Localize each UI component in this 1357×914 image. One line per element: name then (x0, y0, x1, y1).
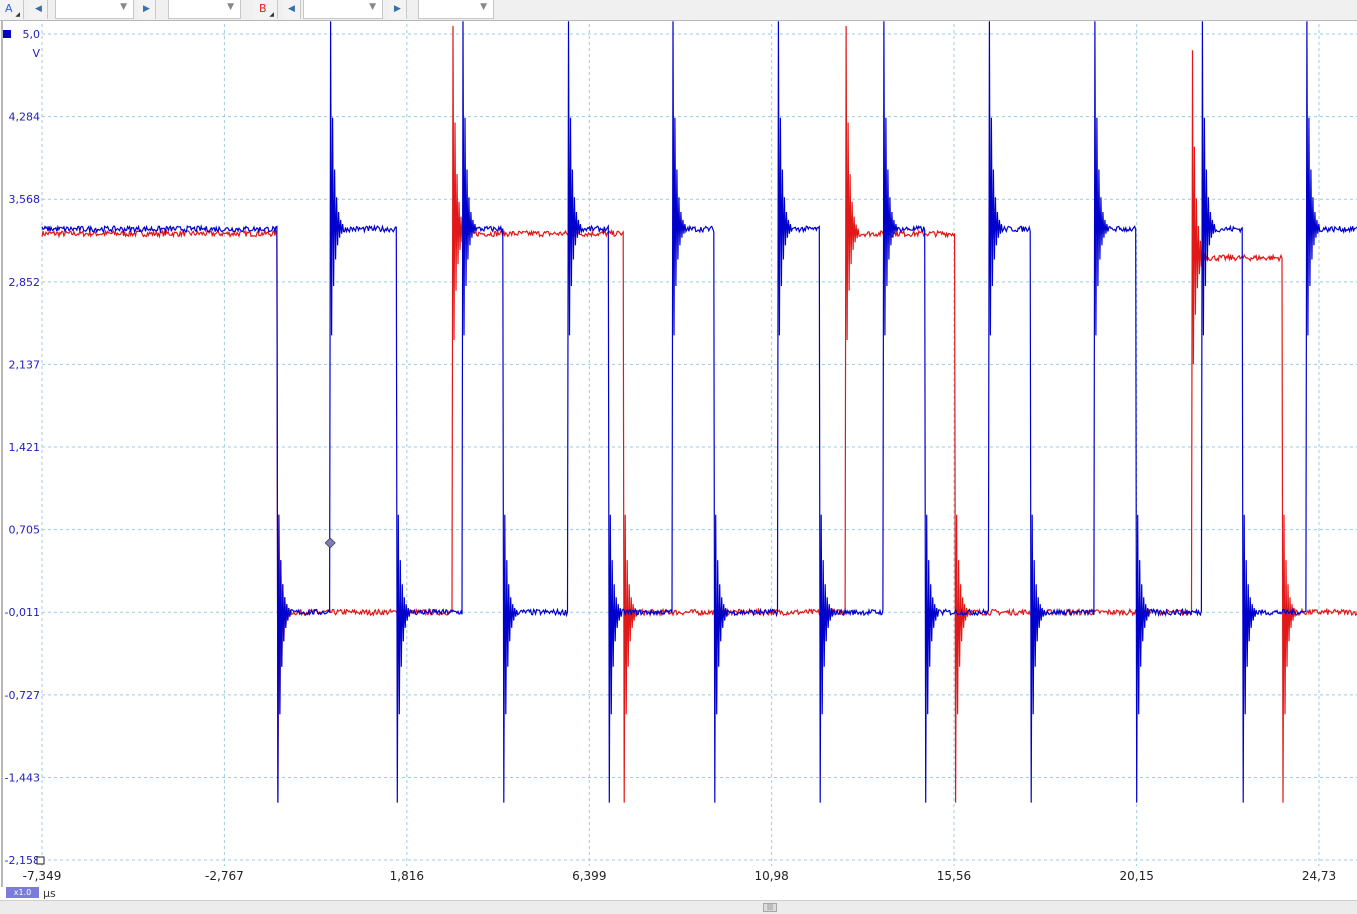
y-tick-label: 2,852 (9, 276, 41, 289)
y-axis-unit: V (32, 47, 40, 60)
channel-b-coupling-select[interactable]: ▼ (418, 0, 494, 19)
y-tick-label: -0,011 (5, 606, 40, 619)
chevron-down-icon: ▼ (480, 2, 487, 12)
channel-b-prev-icon[interactable]: ◀ (283, 0, 301, 19)
x-tick-label: 20,15 (1119, 869, 1153, 883)
channel-a-coupling-select[interactable]: ▼ (168, 0, 241, 19)
channel-b-next-icon[interactable]: ▶ (389, 0, 407, 19)
channel-a-label: A (5, 2, 13, 15)
y-tick-label: -1,443 (5, 771, 40, 784)
x-tick-label: 15,56 (937, 869, 971, 883)
oscilloscope-plot[interactable]: 5,0 4,284 3,568 2,852 2,137 1,421 0,705 -0,011 -… (0, 21, 1357, 887)
x-axis-unit: µs (43, 887, 56, 900)
y-tick-label: 0,705 (9, 524, 41, 537)
y-tick-label: 5,0 (23, 28, 41, 41)
dropdown-corner-icon: ◢ (269, 11, 274, 18)
zoom-badge[interactable]: x1.0 (6, 887, 39, 898)
channel-b-range-select[interactable]: ▼ (303, 0, 383, 19)
x-tick-label: 10,98 (754, 869, 788, 883)
channel-a-next-icon[interactable]: ▶ (138, 0, 156, 19)
y-tick-label: 4,284 (9, 111, 41, 124)
chevron-down-icon: ▼ (120, 2, 127, 12)
y-tick-label: -0,727 (5, 689, 40, 702)
y-tick-label: -2,158 (5, 854, 40, 867)
horizontal-scrollbar[interactable]: ||| (0, 900, 1357, 914)
origin-marker (36, 856, 45, 865)
y-tick-label: 3,568 (9, 193, 41, 206)
channel-a-button[interactable]: A ◢ (0, 0, 24, 19)
x-tick-label: 6,399 (572, 869, 606, 883)
scrollbar-thumb[interactable]: ||| (763, 903, 777, 912)
x-tick-label: 24,73 (1302, 869, 1336, 883)
channel-a-range-select[interactable]: ▼ (55, 0, 134, 19)
channel-a-prev-icon[interactable]: ◀ (30, 0, 48, 19)
dropdown-corner-icon: ◢ (15, 11, 20, 18)
toolbar: A ◢ ◀ ▼ ▶ ▼ B ◢ ◀ ▼ ▶ ▼ (0, 0, 1357, 21)
chevron-down-icon: ▼ (227, 2, 234, 12)
x-tick-label: -7,349 (23, 869, 62, 883)
y-tick-label: 1,421 (9, 441, 41, 454)
channel-b-button[interactable]: B ◢ (254, 0, 278, 19)
channel-a-indicator (3, 30, 11, 38)
y-tick-label: 2,137 (9, 358, 41, 371)
x-tick-label: 1,816 (390, 869, 424, 883)
chevron-down-icon: ▼ (369, 2, 376, 12)
channel-b-label: B (259, 2, 267, 15)
x-tick-label: -2,767 (205, 869, 244, 883)
